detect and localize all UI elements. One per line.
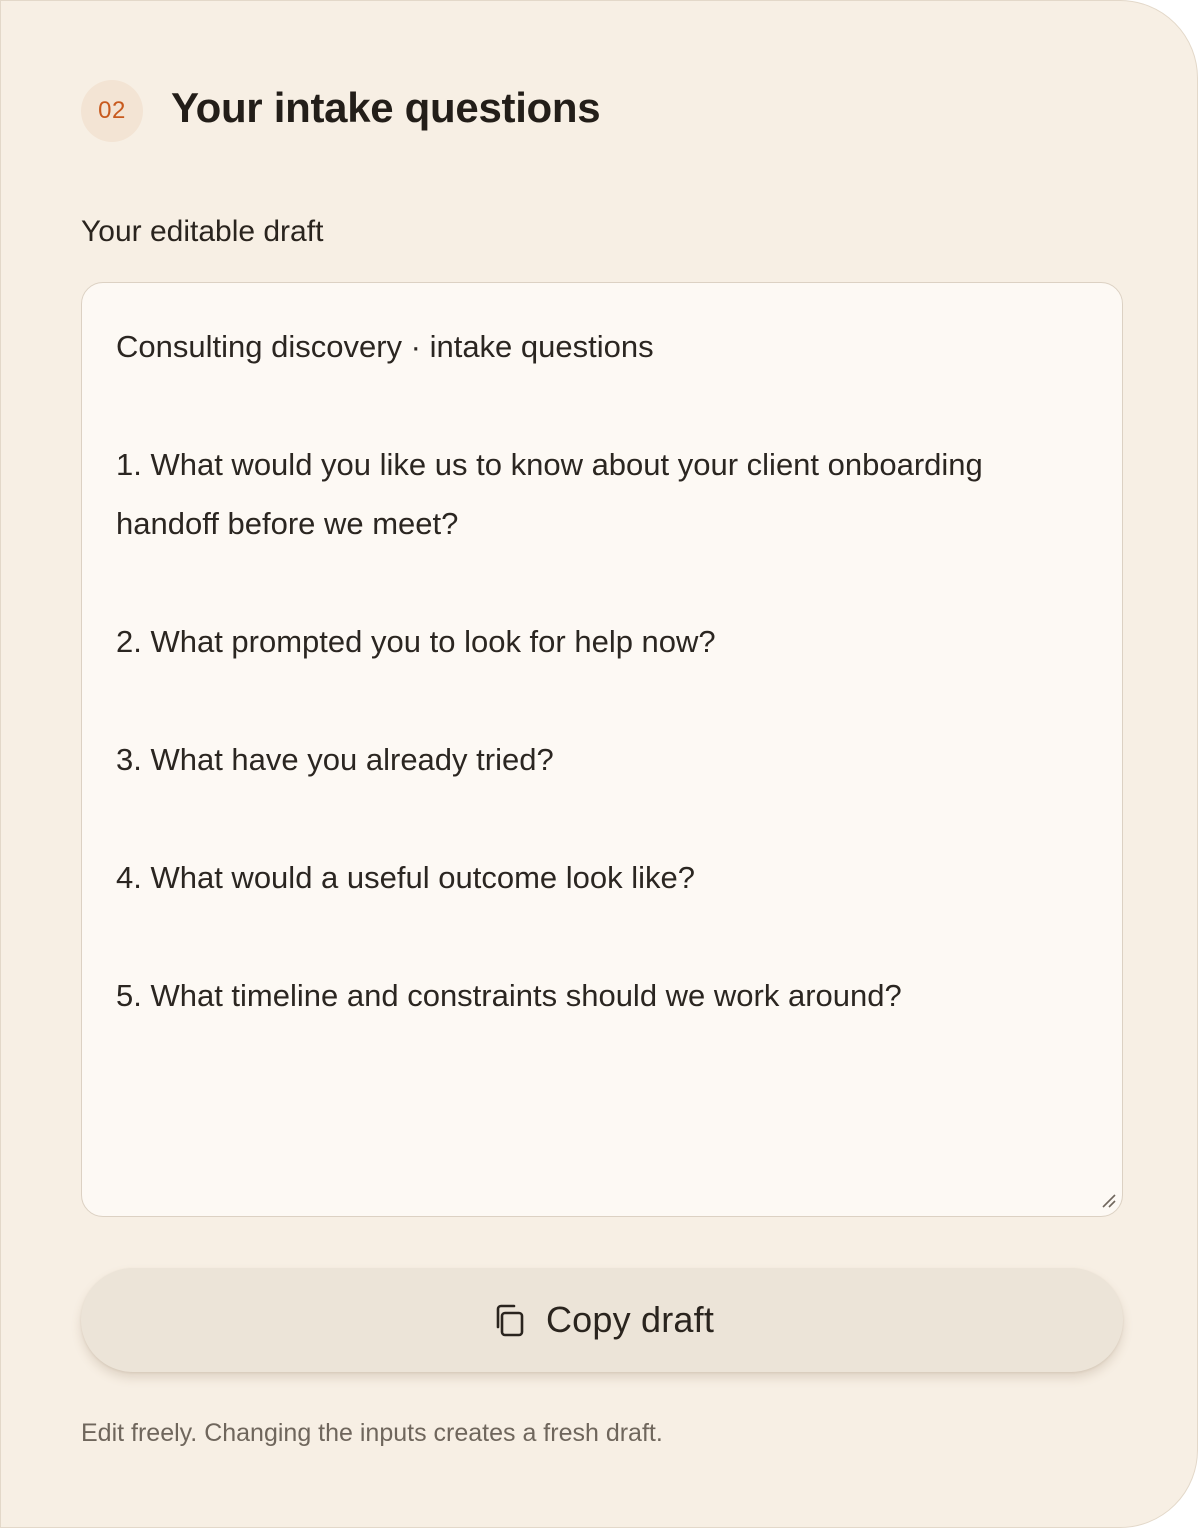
- copy-icon: [496, 1304, 524, 1337]
- draft-label: Your editable draft: [81, 215, 324, 248]
- copy-draft-button[interactable]: Copy draft: [81, 1268, 1123, 1372]
- intake-questions-panel: 02 Your intake questions Your editable d…: [0, 0, 1198, 1528]
- draft-textarea[interactable]: Consulting discovery · intake questions …: [81, 282, 1123, 1217]
- copy-draft-label: Copy draft: [545, 1299, 715, 1340]
- resize-handle-icon[interactable]: [1099, 1191, 1117, 1209]
- section-title: Your intake questions: [171, 84, 601, 131]
- step-number-badge: 02: [81, 80, 143, 142]
- helper-text: Edit freely. Changing the inputs creates…: [81, 1419, 663, 1447]
